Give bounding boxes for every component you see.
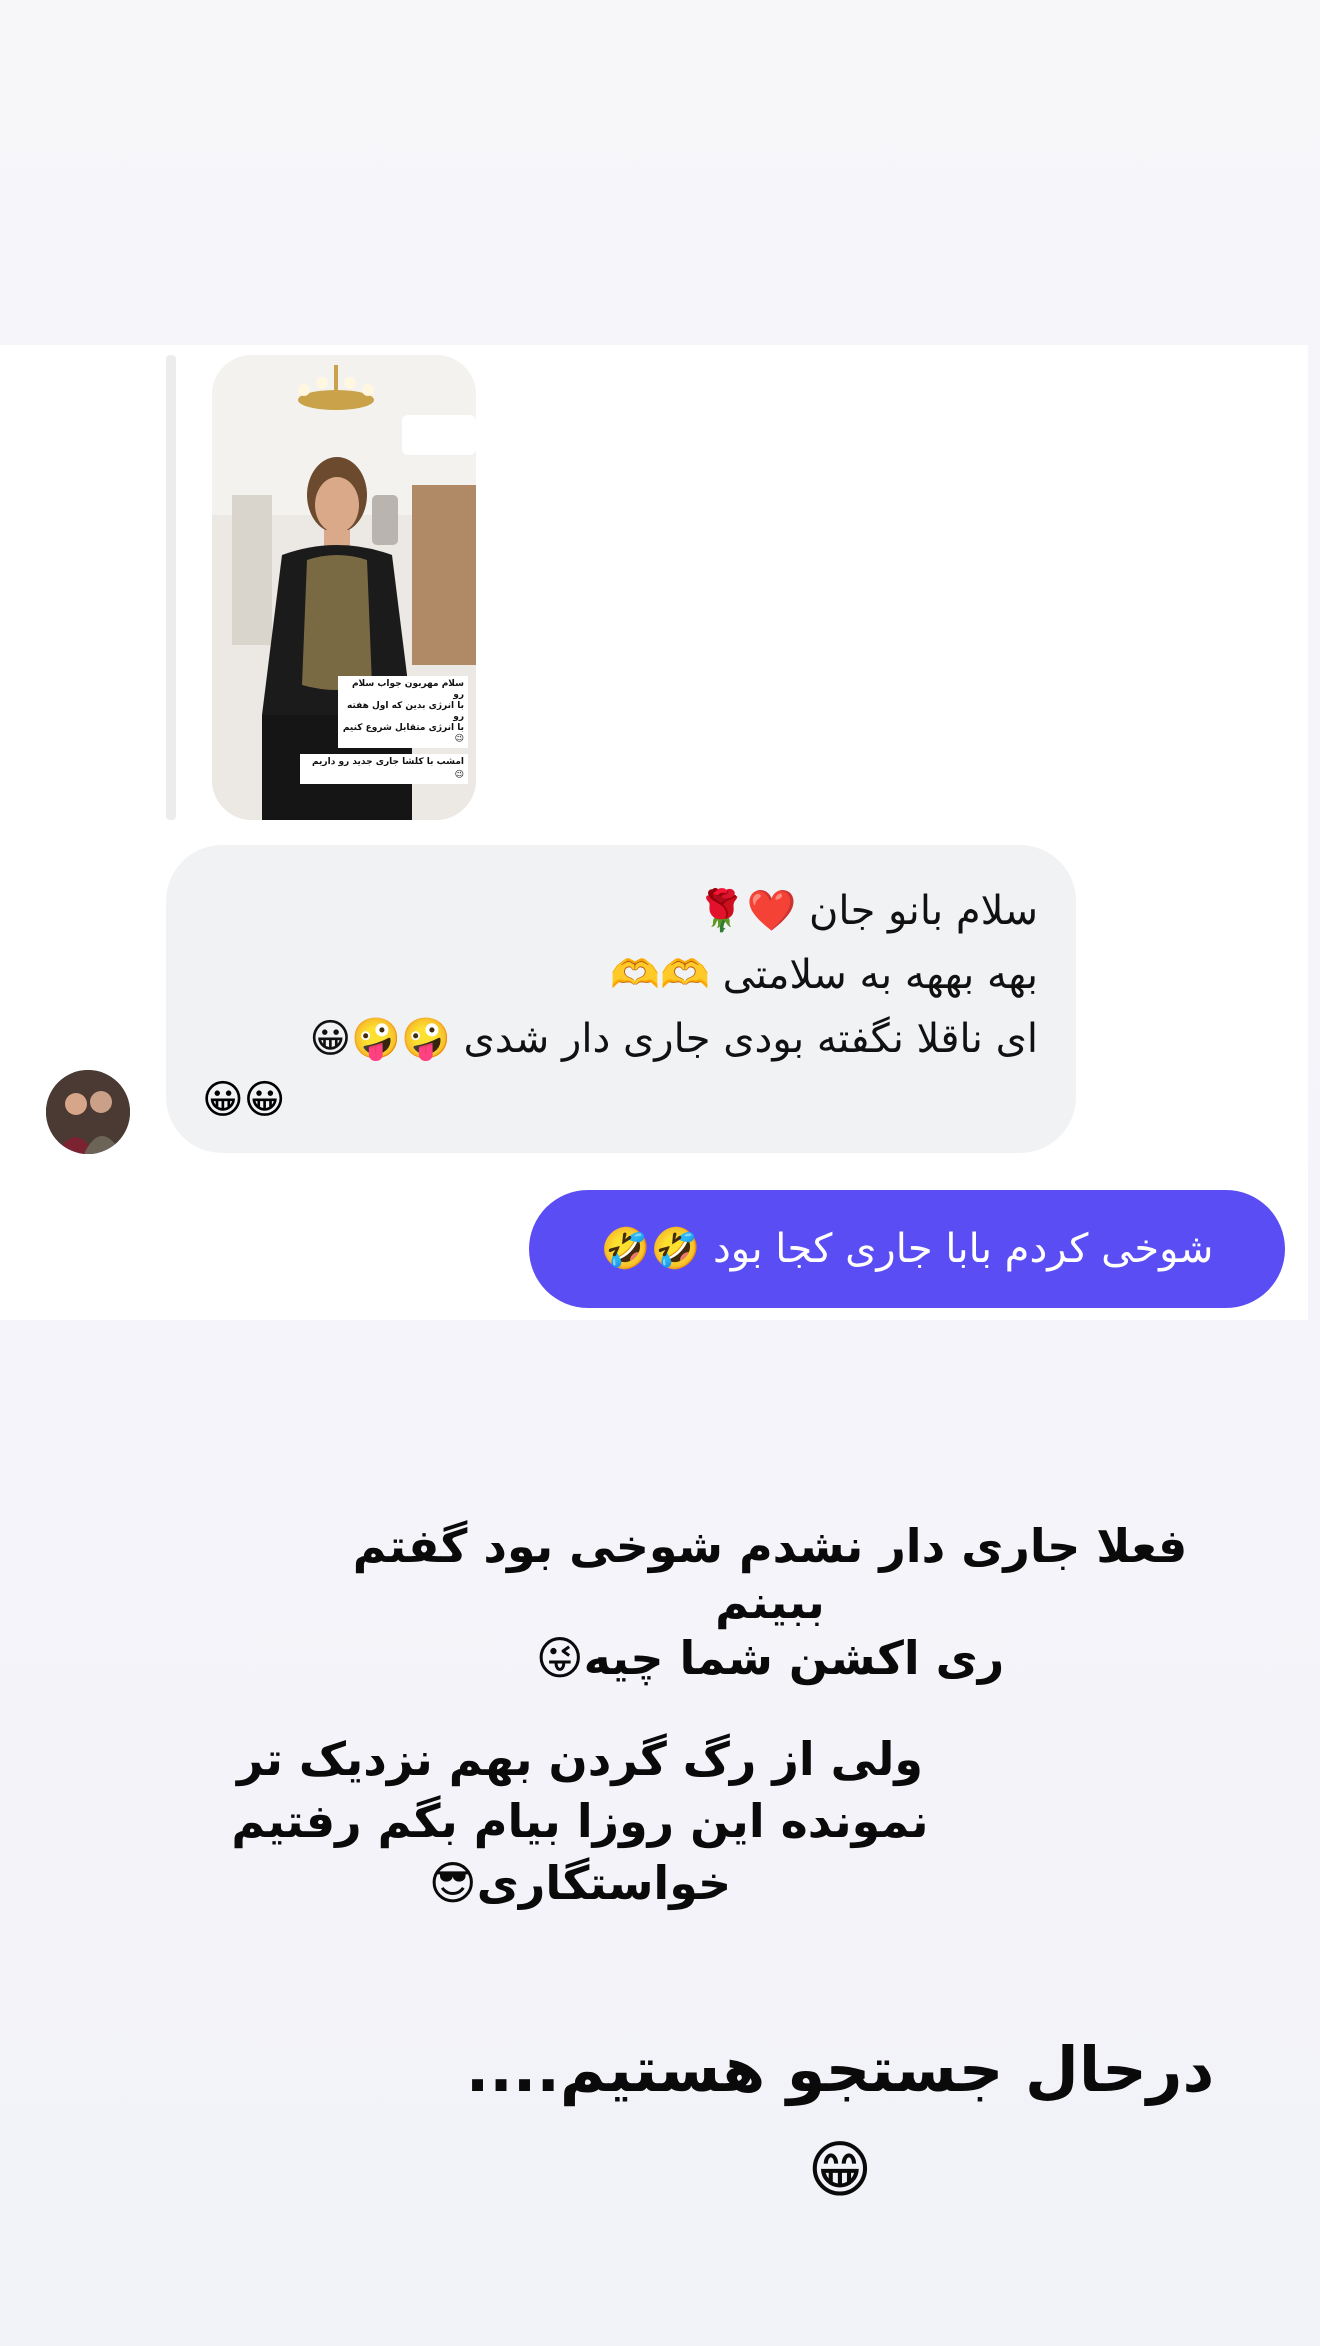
replied-story-thumbnail[interactable]: سلام مهربون جواب سلام رو با انرژی بدین ک… xyxy=(212,355,476,820)
message-line: سلام بانو جان ❤️🌹 xyxy=(696,888,1038,934)
sender-avatar[interactable] xyxy=(46,1070,130,1154)
outgoing-message-bubble[interactable]: شوخی کردم بابا جاری کجا بود 🤣🤣 xyxy=(529,1190,1285,1308)
avatar-photo xyxy=(46,1070,130,1154)
reply-indicator-bar xyxy=(166,355,176,820)
story-caption: سلام مهربون جواب سلام رو با انرژی بدین ک… xyxy=(338,676,468,748)
message-line: ای ناقلا نگفته بودی جاری دار شدی 🤪🤪😀 xyxy=(309,1016,1038,1062)
story-caption-footer: امشب با کلشا جاری جدید رو داریم😉 xyxy=(300,754,468,784)
message-emoji-line: 😀😀 xyxy=(202,1077,286,1123)
story-photo xyxy=(212,355,476,820)
incoming-message-bubble[interactable]: سلام بانو جان ❤️🌹 بهه بههه به سلامتی 🫶🫶 … xyxy=(166,845,1076,1153)
story-text-headline: درحال جستجو هستیم....😁 xyxy=(465,2033,1215,2206)
message-line: بهه بههه به سلامتی 🫶🫶 xyxy=(610,952,1038,998)
story-text-paragraph: فعلا جاری دار نشدم شوخی بود گفتم ببینم ر… xyxy=(352,1519,1188,1685)
story-text-paragraph: ولی از رگ گردن بهم نزدیک تر نمونده این ر… xyxy=(231,1732,929,1910)
chat-panel xyxy=(0,345,1308,1320)
